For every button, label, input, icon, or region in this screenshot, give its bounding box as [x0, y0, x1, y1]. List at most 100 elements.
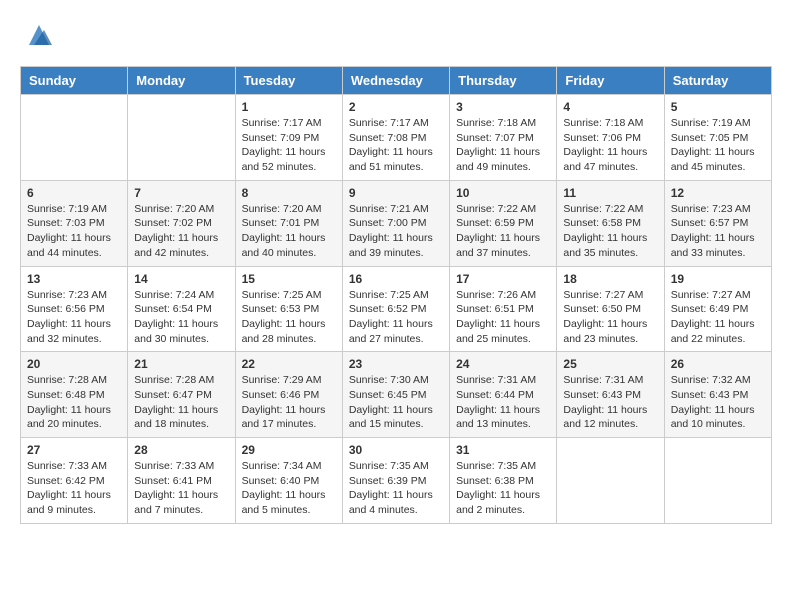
day-number: 10 — [456, 186, 550, 200]
calendar-cell: 10 Sunrise: 7:22 AMSunset: 6:59 PMDayligh… — [450, 180, 557, 266]
day-info: Sunrise: 7:22 AMSunset: 6:58 PMDaylight:… — [563, 202, 657, 261]
calendar-cell: 3 Sunrise: 7:18 AMSunset: 7:07 PMDaylight… — [450, 95, 557, 181]
day-info: Sunrise: 7:23 AMSunset: 6:56 PMDaylight:… — [27, 288, 121, 347]
day-number: 1 — [242, 100, 336, 114]
day-info: Sunrise: 7:20 AMSunset: 7:01 PMDaylight:… — [242, 202, 336, 261]
day-number: 27 — [27, 443, 121, 457]
calendar-cell: 24Sunrise: 7:31 AMSunset: 6:44 PMDayligh… — [450, 352, 557, 438]
column-header-saturday: Saturday — [664, 67, 771, 95]
day-info: Sunrise: 7:25 AMSunset: 6:52 PMDaylight:… — [349, 288, 443, 347]
calendar-cell: 25 Sunrise: 7:31 AMSunset: 6:43 PMDayligh… — [557, 352, 664, 438]
day-number: 24 — [456, 357, 550, 371]
day-number: 17 — [456, 272, 550, 286]
day-info: Sunrise: 7:33 AMSunset: 6:42 PMDaylight:… — [27, 459, 121, 518]
day-info: Sunrise: 7:17 AMSunset: 7:09 PMDaylight:… — [242, 116, 336, 175]
day-number: 31 — [456, 443, 550, 457]
calendar-cell: 7Sunrise: 7:20 AMSunset: 7:02 PMDaylight… — [128, 180, 235, 266]
day-number: 29 — [242, 443, 336, 457]
column-header-monday: Monday — [128, 67, 235, 95]
calendar-cell: 27 Sunrise: 7:33 AMSunset: 6:42 PMDayligh… — [21, 438, 128, 524]
logo — [20, 20, 54, 50]
logo-icon — [24, 20, 54, 50]
calendar-cell: 28Sunrise: 7:33 AMSunset: 6:41 PMDayligh… — [128, 438, 235, 524]
column-header-thursday: Thursday — [450, 67, 557, 95]
calendar-cell: 23 Sunrise: 7:30 AMSunset: 6:45 PMDayligh… — [342, 352, 449, 438]
calendar-cell: 22Sunrise: 7:29 AMSunset: 6:46 PMDayligh… — [235, 352, 342, 438]
calendar-cell: 4Sunrise: 7:18 AMSunset: 7:06 PMDaylight… — [557, 95, 664, 181]
calendar-cell: 5 Sunrise: 7:19 AMSunset: 7:05 PMDaylight… — [664, 95, 771, 181]
calendar-cell — [664, 438, 771, 524]
calendar-cell: 13 Sunrise: 7:23 AMSunset: 6:56 PMDayligh… — [21, 266, 128, 352]
day-number: 3 — [456, 100, 550, 114]
day-number: 6 — [27, 186, 121, 200]
day-info: Sunrise: 7:19 AMSunset: 7:05 PMDaylight:… — [671, 116, 765, 175]
calendar-cell: 31 Sunrise: 7:35 AMSunset: 6:38 PMDayligh… — [450, 438, 557, 524]
day-info: Sunrise: 7:19 AMSunset: 7:03 PMDaylight:… — [27, 202, 121, 261]
column-header-sunday: Sunday — [21, 67, 128, 95]
day-info: Sunrise: 7:25 AMSunset: 6:53 PMDaylight:… — [242, 288, 336, 347]
day-number: 8 — [242, 186, 336, 200]
day-info: Sunrise: 7:28 AMSunset: 6:47 PMDaylight:… — [134, 373, 228, 432]
day-number: 9 — [349, 186, 443, 200]
day-number: 12 — [671, 186, 765, 200]
column-header-wednesday: Wednesday — [342, 67, 449, 95]
day-info: Sunrise: 7:29 AMSunset: 6:46 PMDaylight:… — [242, 373, 336, 432]
page-header — [20, 20, 772, 50]
day-info: Sunrise: 7:26 AMSunset: 6:51 PMDaylight:… — [456, 288, 550, 347]
calendar-cell: 21Sunrise: 7:28 AMSunset: 6:47 PMDayligh… — [128, 352, 235, 438]
day-info: Sunrise: 7:35 AMSunset: 6:39 PMDaylight:… — [349, 459, 443, 518]
calendar-cell: 19 Sunrise: 7:27 AMSunset: 6:49 PMDayligh… — [664, 266, 771, 352]
calendar-cell: 14 Sunrise: 7:24 AMSunset: 6:54 PMDayligh… — [128, 266, 235, 352]
day-number: 25 — [563, 357, 657, 371]
day-info: Sunrise: 7:21 AMSunset: 7:00 PMDaylight:… — [349, 202, 443, 261]
day-number: 2 — [349, 100, 443, 114]
calendar-cell: 15 Sunrise: 7:25 AMSunset: 6:53 PMDayligh… — [235, 266, 342, 352]
day-number: 26 — [671, 357, 765, 371]
day-info: Sunrise: 7:27 AMSunset: 6:50 PMDaylight:… — [563, 288, 657, 347]
calendar-cell: 20Sunrise: 7:28 AMSunset: 6:48 PMDayligh… — [21, 352, 128, 438]
calendar-week-row: 1 Sunrise: 7:17 AMSunset: 7:09 PMDaylight… — [21, 95, 772, 181]
day-info: Sunrise: 7:27 AMSunset: 6:49 PMDaylight:… — [671, 288, 765, 347]
day-number: 19 — [671, 272, 765, 286]
calendar-cell: 2Sunrise: 7:17 AMSunset: 7:08 PMDaylight… — [342, 95, 449, 181]
day-info: Sunrise: 7:30 AMSunset: 6:45 PMDaylight:… — [349, 373, 443, 432]
day-number: 14 — [134, 272, 228, 286]
calendar-week-row: 27 Sunrise: 7:33 AMSunset: 6:42 PMDayligh… — [21, 438, 772, 524]
calendar-cell: 8 Sunrise: 7:20 AMSunset: 7:01 PMDaylight… — [235, 180, 342, 266]
day-info: Sunrise: 7:23 AMSunset: 6:57 PMDaylight:… — [671, 202, 765, 261]
day-info: Sunrise: 7:20 AMSunset: 7:02 PMDaylight:… — [134, 202, 228, 261]
calendar-cell: 16 Sunrise: 7:25 AMSunset: 6:52 PMDayligh… — [342, 266, 449, 352]
day-number: 23 — [349, 357, 443, 371]
calendar-cell: 29 Sunrise: 7:34 AMSunset: 6:40 PMDayligh… — [235, 438, 342, 524]
day-number: 5 — [671, 100, 765, 114]
calendar-cell: 12 Sunrise: 7:23 AMSunset: 6:57 PMDayligh… — [664, 180, 771, 266]
day-number: 15 — [242, 272, 336, 286]
day-info: Sunrise: 7:31 AMSunset: 6:43 PMDaylight:… — [563, 373, 657, 432]
calendar-cell: 1 Sunrise: 7:17 AMSunset: 7:09 PMDaylight… — [235, 95, 342, 181]
calendar-week-row: 13 Sunrise: 7:23 AMSunset: 6:56 PMDayligh… — [21, 266, 772, 352]
day-info: Sunrise: 7:22 AMSunset: 6:59 PMDaylight:… — [456, 202, 550, 261]
day-number: 18 — [563, 272, 657, 286]
day-info: Sunrise: 7:32 AMSunset: 6:43 PMDaylight:… — [671, 373, 765, 432]
day-number: 11 — [563, 186, 657, 200]
calendar-cell — [21, 95, 128, 181]
day-info: Sunrise: 7:24 AMSunset: 6:54 PMDaylight:… — [134, 288, 228, 347]
column-header-tuesday: Tuesday — [235, 67, 342, 95]
day-number: 20 — [27, 357, 121, 371]
day-info: Sunrise: 7:34 AMSunset: 6:40 PMDaylight:… — [242, 459, 336, 518]
calendar-cell: 11 Sunrise: 7:22 AMSunset: 6:58 PMDayligh… — [557, 180, 664, 266]
day-number: 30 — [349, 443, 443, 457]
calendar-cell: 6 Sunrise: 7:19 AMSunset: 7:03 PMDaylight… — [21, 180, 128, 266]
day-info: Sunrise: 7:18 AMSunset: 7:06 PMDaylight:… — [563, 116, 657, 175]
calendar-cell — [128, 95, 235, 181]
day-number: 13 — [27, 272, 121, 286]
calendar-table: SundayMondayTuesdayWednesdayThursdayFrid… — [20, 66, 772, 524]
calendar-cell: 30 Sunrise: 7:35 AMSunset: 6:39 PMDayligh… — [342, 438, 449, 524]
day-number: 16 — [349, 272, 443, 286]
calendar-week-row: 6 Sunrise: 7:19 AMSunset: 7:03 PMDaylight… — [21, 180, 772, 266]
calendar-week-row: 20Sunrise: 7:28 AMSunset: 6:48 PMDayligh… — [21, 352, 772, 438]
column-header-friday: Friday — [557, 67, 664, 95]
day-number: 28 — [134, 443, 228, 457]
day-info: Sunrise: 7:35 AMSunset: 6:38 PMDaylight:… — [456, 459, 550, 518]
day-info: Sunrise: 7:18 AMSunset: 7:07 PMDaylight:… — [456, 116, 550, 175]
